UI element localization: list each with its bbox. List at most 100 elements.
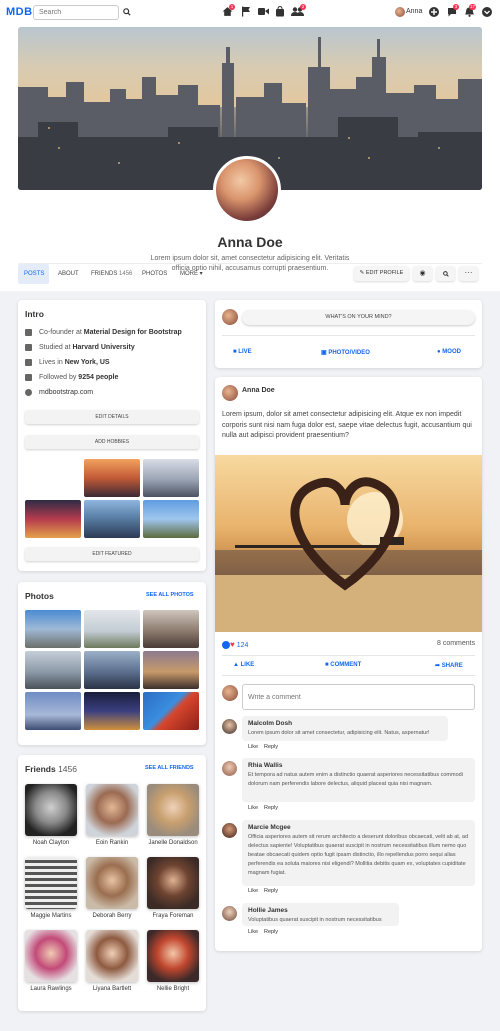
tab-more[interactable]: More ▾ [174,264,209,284]
intro-location-prefix: Lives in [39,359,65,366]
friend-card[interactable]: Janelle Donaldson [147,784,199,846]
photo-thumbnail[interactable] [84,692,140,730]
post-author-avatar[interactable] [222,385,238,401]
edit-featured-button[interactable]: Edit featured [25,547,199,561]
comment-input[interactable] [242,684,475,710]
featured-photo[interactable] [25,459,81,497]
intro-followers-value[interactable]: 9254 people [78,374,118,381]
comment-like-link[interactable]: Like [248,744,258,750]
tab-about[interactable]: About [52,264,85,284]
featured-photo[interactable] [143,500,199,538]
tab-photos[interactable]: Photos [136,264,173,284]
video-icon[interactable] [258,7,269,16]
featured-photo[interactable] [84,459,140,497]
chevron-down-icon[interactable] [482,7,492,17]
edit-profile-button[interactable]: ✎ Edit profile [354,266,409,281]
intro-website-value[interactable]: mdbootstrap.com [39,389,93,396]
comment-author[interactable]: Rhia Wallis [248,762,469,769]
nav-user-name[interactable]: Anna [406,8,422,15]
comment-reply-link[interactable]: Reply [264,805,278,811]
share-button[interactable]: ➦ Share [435,662,463,669]
flag-icon[interactable] [241,6,251,17]
intro-work-value[interactable]: Material Design for Bootstrap [84,329,182,336]
comment-author[interactable]: Hollie James [248,907,393,914]
search-icon[interactable] [123,8,131,16]
comment-author[interactable]: Marcie Mcgee [248,824,469,831]
comment-like-link[interactable]: Like [248,929,258,935]
comment-like-link[interactable]: Like [248,805,258,811]
commenter-avatar[interactable] [222,761,237,776]
friend-name: Deborah Berry [92,913,132,919]
friend-photo [25,857,77,909]
comment-reply-link[interactable]: Reply [264,929,278,935]
plus-circle-icon[interactable] [429,7,439,17]
intro-education-value[interactable]: Harvard University [72,344,134,351]
comment-reply-link[interactable]: Reply [264,888,278,894]
edit-details-button[interactable]: Edit details [25,410,199,424]
search-profile-button[interactable] [436,266,455,281]
profile-avatar[interactable] [213,156,281,224]
see-all-photos-link[interactable]: See all photos [146,592,194,598]
intro-location-value[interactable]: New York, US [65,359,110,366]
more-options-button[interactable]: ··· [459,266,478,281]
home-icon [25,358,32,366]
friend-card[interactable]: Liyana Bartlett [86,930,138,992]
photo-thumbnail[interactable] [25,610,81,648]
tab-friends-label: Friends [91,271,118,277]
commenter-avatar[interactable] [222,906,237,921]
photo-thumbnail[interactable] [84,610,140,648]
photo-thumbnail[interactable] [143,651,199,689]
photo-video-button[interactable]: ▣ Photo/Video [321,349,370,356]
photo-thumbnail[interactable] [143,610,199,648]
friend-card[interactable]: Nellie Bright [147,930,199,992]
brand-logo[interactable]: MDB [6,6,33,18]
like-button[interactable]: ▲ Like [233,662,254,668]
intro-item-website: mdbootstrap.com [25,388,93,398]
comment-button[interactable]: ■ Comment [325,662,361,668]
friend-card[interactable]: Fraya Foreman [147,857,199,919]
search-input[interactable] [33,5,119,20]
comment-like-link[interactable]: Like [248,888,258,894]
friend-card[interactable]: Deborah Berry [86,857,138,919]
store-icon[interactable] [275,6,285,17]
photo-thumbnail[interactable] [84,651,140,689]
mood-button[interactable]: ● Mood [437,349,461,355]
post-divider [222,675,475,676]
post-image[interactable] [215,455,482,632]
photo-thumbnail[interactable] [25,692,81,730]
profile-header: Anna Doe Lorem ipsum dolor sit, amet con… [0,24,500,291]
comment-author[interactable]: Malcolm Dosh [248,720,442,727]
intro-followers-prefix: Followed by [39,374,79,381]
photo-thumbnail[interactable] [143,692,199,730]
pencil-icon: ✎ [359,270,365,276]
commenter-avatar[interactable] [222,823,237,838]
profile-tabs: Posts About Friends 1456 Photos More ▾ ✎… [18,263,482,284]
commenter-avatar[interactable] [222,719,237,734]
friend-card[interactable]: Eoin Rankin [86,784,138,846]
featured-photo[interactable] [25,500,81,538]
tab-friends[interactable]: Friends 1456 [85,264,138,284]
friends-title: Friends 1456 [25,764,77,774]
comment-text: Officia asperiores autem sit rerum archi… [248,834,469,876]
post-author-name[interactable]: Anna Doe [242,387,275,394]
briefcase-icon [25,328,32,336]
comment-reply-link[interactable]: Reply [264,744,278,750]
see-all-friends-link[interactable]: See all friends [145,765,194,771]
nav-user-avatar[interactable] [395,7,405,17]
friend-name: Nellie Bright [156,986,190,992]
reactions-summary[interactable]: ♥ 124 [222,640,248,650]
live-button[interactable]: ■ Live [233,349,252,355]
featured-photo[interactable] [84,500,140,538]
composer-input[interactable]: What's on your mind? [242,310,475,325]
comments-count[interactable]: 8 comments [437,640,475,647]
friend-card[interactable]: Maggie Martins [25,857,77,919]
friends-card: Friends 1456 See all friends Noah Clayto… [18,755,206,1011]
photo-thumbnail[interactable] [25,651,81,689]
comment-label: Comment [330,662,362,668]
tab-posts[interactable]: Posts [18,264,49,284]
view-as-button[interactable]: ◉ [413,266,432,281]
add-hobbies-button[interactable]: Add hobbies [25,435,199,449]
friend-card[interactable]: Laura Rawlings [25,930,77,992]
featured-photo[interactable] [143,459,199,497]
friend-card[interactable]: Noah Clayton [25,784,77,846]
